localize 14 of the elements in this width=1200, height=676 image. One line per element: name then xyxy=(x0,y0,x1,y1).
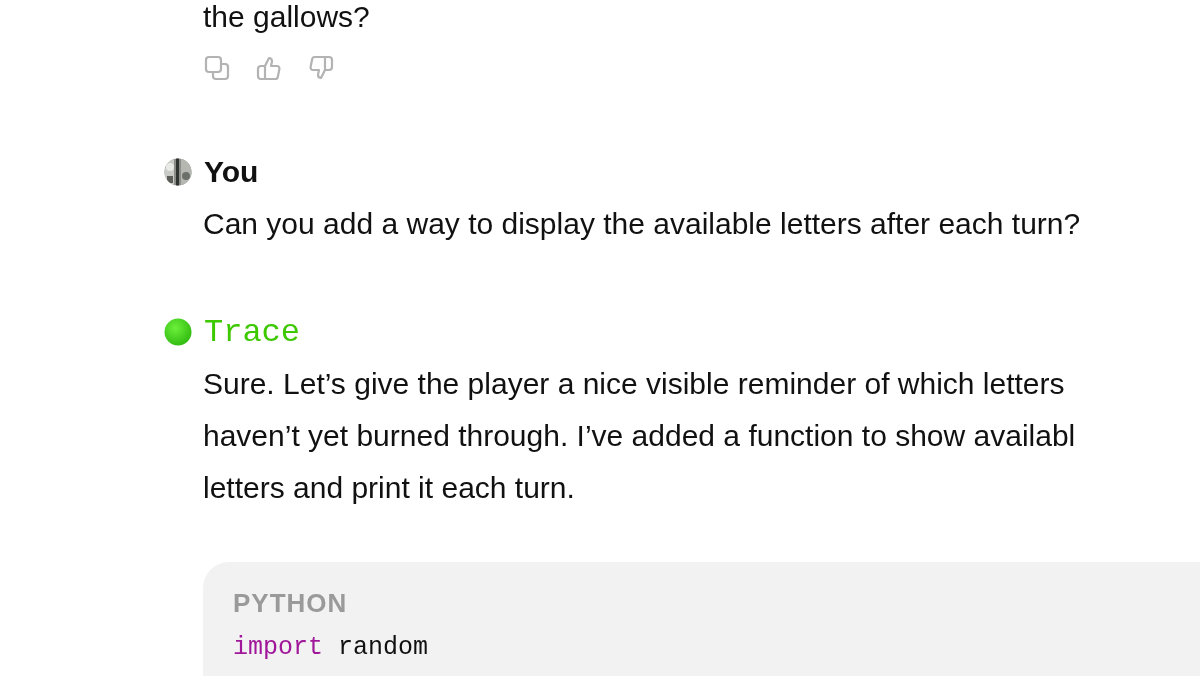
author-name: Trace xyxy=(204,313,300,351)
message-text: letters and print it each turn. xyxy=(203,470,576,506)
thumbs-up-icon[interactable] xyxy=(255,54,283,82)
code-keyword: import xyxy=(233,633,323,662)
code-text: random xyxy=(338,633,429,662)
avatar-icon xyxy=(164,318,192,346)
message-text: the gallows? xyxy=(203,0,371,34)
message-text: Sure. Let’s give the player a nice visible reminder of which letters xyxy=(203,366,1066,402)
copy-icon[interactable] xyxy=(203,54,231,82)
thumbs-down-icon[interactable] xyxy=(307,54,335,82)
message-text: Can you add a way to display the available letters after each turn? xyxy=(203,206,1082,242)
author-name: You xyxy=(204,155,259,189)
language-label: PYTHON xyxy=(233,588,349,619)
message-text: haven’t yet burned through. I’ve added a function to show availabl xyxy=(203,418,1077,454)
